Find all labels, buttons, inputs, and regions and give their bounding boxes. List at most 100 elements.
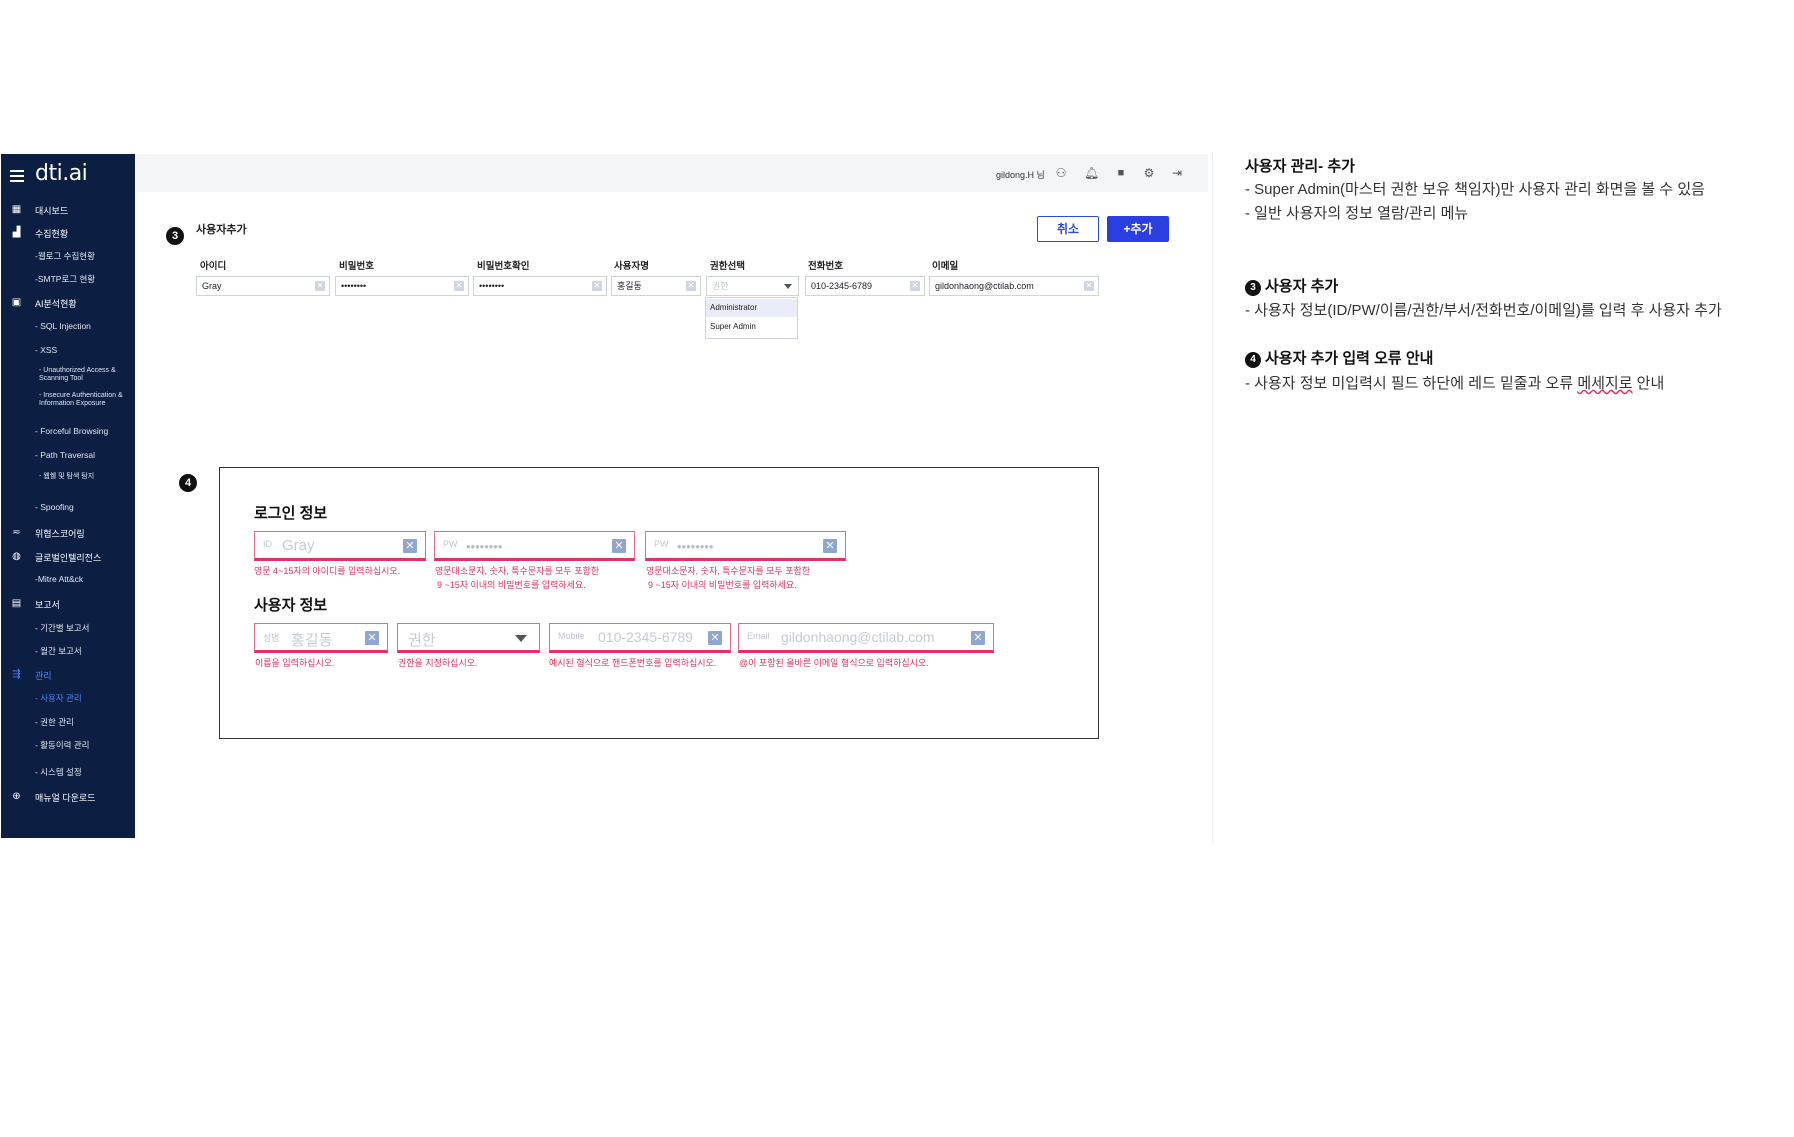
sidebar-item[interactable]: ⇶ 관리 <box>1 667 135 683</box>
role-select[interactable]: 권한 <box>706 276 799 296</box>
username-label: 사용자명 <box>614 261 649 272</box>
notes-title: 사용자 관리- 추가 <box>1245 158 1355 175</box>
sidebar-item-label: - Insecure Authentication & Information … <box>39 392 123 407</box>
user-name: gildong.H 님 <box>996 170 1045 180</box>
sidebar-item[interactable]: -SMTP로그 현황 <box>1 271 135 287</box>
clear-icon[interactable]: ✕ <box>592 281 602 291</box>
sidebar-item[interactable]: - 시스템 설정 <box>1 764 135 780</box>
sidebar-item-label: AI분석현황 <box>35 299 77 309</box>
step-4-line-b: 메세지로 <box>1577 375 1633 392</box>
sidebar-item[interactable]: - Unauthorized Access & Scanning Tool <box>1 367 135 389</box>
sidebar-item[interactable]: - SQL Injection <box>1 319 135 335</box>
clear-icon[interactable]: ✕ <box>454 281 464 291</box>
error-phone-field[interactable]: Mobile 010-2345-6789 ✕ <box>549 623 731 653</box>
notes-line-1: - Super Admin(마스터 권한 보유 책임자)만 사용자 관리 화면을… <box>1245 181 1705 198</box>
error-name-field[interactable]: 성명 홍길동 ✕ <box>254 623 388 653</box>
sidebar-item[interactable]: - 활동이력 관리 <box>1 737 135 753</box>
id-value: Gray <box>202 281 222 291</box>
username-value: 홍길동 <box>617 281 642 291</box>
filter-icon: ≂ <box>12 527 21 538</box>
phone-field[interactable]: 010-2345-6789 ✕ <box>805 276 925 296</box>
phone-value: 010-2345-6789 <box>811 281 873 291</box>
sidebar-item[interactable]: - 권한 관리 <box>1 714 135 730</box>
sidebar-item[interactable]: ⊕ 매뉴얼 다운로드 <box>1 789 135 805</box>
error-email-field[interactable]: Email gildonhaong@ctilab.com ✕ <box>738 623 994 653</box>
divider <box>1212 154 1213 844</box>
clear-icon[interactable]: ✕ <box>365 631 379 645</box>
sidebar-item[interactable]: ▟ 수집현황 <box>1 225 135 241</box>
clear-icon[interactable]: ✕ <box>910 281 920 291</box>
clear-icon[interactable]: ✕ <box>823 539 837 553</box>
role-option-administrator[interactable]: Administrator <box>706 299 797 317</box>
sidebar-item[interactable]: - 기간별 보고서 <box>1 620 135 636</box>
add-user-button[interactable]: +추가 <box>1107 216 1169 242</box>
role-option-super-admin[interactable]: Super Admin <box>706 318 797 336</box>
sidebar-item-label: - 월간 보고서 <box>35 646 82 656</box>
grid-menu-icon[interactable]: ■ <box>1114 166 1128 180</box>
password-confirm-field[interactable]: •••••••• ✕ <box>473 276 607 296</box>
user-icon[interactable]: ⚇ <box>1054 166 1068 180</box>
step-3-badge: 3 <box>166 227 184 245</box>
sidebar-item[interactable]: -웹로그 수집현황 <box>1 248 135 264</box>
phone-label: 전화번호 <box>808 261 843 272</box>
top-header: gildong.H 님 ⚇ 🔔︎ ■ ⚙ ⇥ <box>136 154 1208 192</box>
notes-step-4-title: 4 사용자 추가 입력 오류 안내 <box>1245 347 1433 368</box>
sidebar-item[interactable]: - 월간 보고서 <box>1 643 135 659</box>
username-field[interactable]: 홍길동 ✕ <box>611 276 701 296</box>
menu-icon[interactable] <box>10 170 24 182</box>
clear-icon[interactable]: ✕ <box>686 281 696 291</box>
phone-prefix: Mobile <box>558 631 585 641</box>
clear-icon[interactable]: ✕ <box>971 631 985 645</box>
error-password-confirm-field[interactable]: PW •••••••• ✕ <box>645 531 846 561</box>
error-id-field[interactable]: ID Gray ✕ <box>254 531 426 561</box>
sidebar-item[interactable]: - Insecure Authentication & Information … <box>1 392 135 414</box>
error-role-value: 권한 <box>408 632 436 649</box>
sidebar-item[interactable]: ▦ 대시보드 <box>1 202 135 218</box>
sidebar: dti.ai ▦ 대시보드 ▟ 수집현황 -웹로그 수집현황 -SMTP로그 현황 ▣ AI분… <box>1 154 135 838</box>
step-4-line-c: 안내 <box>1632 375 1665 392</box>
clear-icon[interactable]: ✕ <box>1084 281 1094 291</box>
role-error-message: 권한을 지정하십시오. <box>398 658 478 668</box>
clear-icon[interactable]: ✕ <box>403 539 417 553</box>
sidebar-item[interactable]: ◍ 글로벌인텔리전스 <box>1 549 135 565</box>
id-error-message: 영문 4~15자의 아이디를 입력하십시오. <box>254 566 401 576</box>
password-field[interactable]: •••••••• ✕ <box>335 276 469 296</box>
clear-icon[interactable]: ✕ <box>708 631 722 645</box>
sidebar-item[interactable]: -Mitre Att&ck <box>1 572 135 588</box>
sidebar-item-label: - Forceful Browsing <box>35 426 109 436</box>
error-role-select[interactable]: 권한 <box>397 623 540 653</box>
globe-icon: ◍ <box>12 551 21 562</box>
email-field[interactable]: gildonhaong@ctilab.com ✕ <box>929 276 1099 296</box>
sidebar-item-label: - 권한 관리 <box>35 717 74 727</box>
sidebar-item[interactable]: - Spoofing <box>1 500 135 516</box>
sidebar-item[interactable]: - Path Traversal <box>1 448 135 464</box>
password-error-message: 영문대소문자, 숫자, 특수문자를 모두 포함한 9 ~15자 이내의 비밀번호를… <box>435 564 599 592</box>
sidebar-item-label: 보고서 <box>35 600 60 610</box>
id-prefix: ID <box>263 539 272 549</box>
error-state-panel: 로그인 정보 ID Gray ✕ 영문 4~15자의 아이디를 입력하십시오. … <box>219 467 1099 739</box>
logout-icon[interactable]: ⇥ <box>1170 166 1184 180</box>
sidebar-item[interactable]: - 사용자 관리 <box>1 690 135 706</box>
sidebar-item[interactable]: ▣ AI분석현황 <box>1 295 135 311</box>
sidebar-item[interactable]: - XSS <box>1 343 135 359</box>
step-4-badge: 4 <box>179 474 197 492</box>
sidebar-item[interactable]: - 웹쉘 및 탐색 탐지 <box>1 473 135 495</box>
error-name-value: 홍길동 <box>291 632 333 649</box>
password-error-line-2: 9 ~15자 이내의 비밀번호를 입력하세요. <box>437 580 586 590</box>
gear-icon[interactable]: ⚙ <box>1142 166 1156 180</box>
sidebar-item[interactable]: ▤ 보고서 <box>1 596 135 612</box>
step-4-line-a: - 사용자 정보 미입력시 필드 하단에 레드 밑줄과 오류 <box>1245 375 1578 392</box>
bell-icon[interactable]: 🔔︎ <box>1084 166 1099 180</box>
clear-icon[interactable]: ✕ <box>315 281 325 291</box>
sidebar-item[interactable]: ≂ 위협스코어링 <box>1 525 135 541</box>
step-3-title-text: 사용자 추가 <box>1265 278 1339 295</box>
sidebar-item-label: 수집현황 <box>35 229 69 239</box>
cancel-button[interactable]: 취소 <box>1037 216 1099 242</box>
bar-chart-icon: ▟ <box>12 227 21 238</box>
id-field[interactable]: Gray ✕ <box>196 276 330 296</box>
error-password-field[interactable]: PW •••••••• ✕ <box>434 531 635 561</box>
clear-icon[interactable]: ✕ <box>612 539 626 553</box>
id-label: 아이디 <box>200 261 227 272</box>
sidebar-item[interactable]: - Forceful Browsing <box>1 424 135 440</box>
sidebar-item-label: -웹로그 수집현황 <box>35 251 95 261</box>
